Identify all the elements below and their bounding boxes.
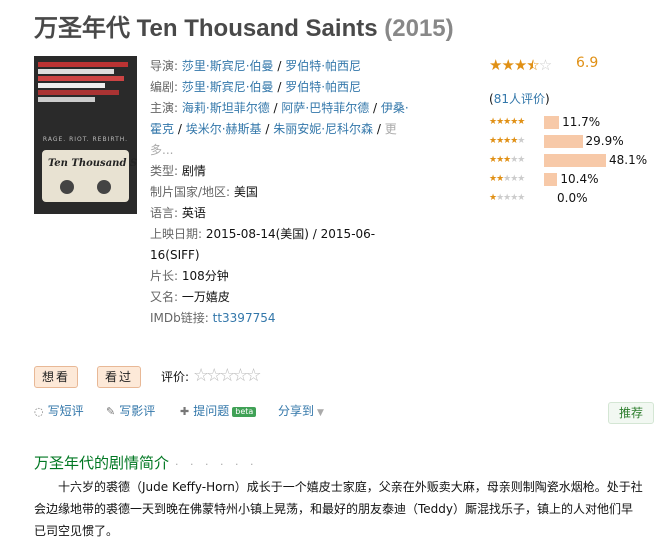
rating-percent: 10.4% (560, 172, 599, 186)
cast-link[interactable]: 海莉·斯坦菲尔德 (182, 101, 270, 115)
want-to-watch-button[interactable]: 想看 (34, 366, 79, 388)
rating-score: 6.9 (576, 55, 599, 71)
rating-bar (544, 135, 583, 148)
poster-title: Ten Thousand Saints (48, 158, 137, 169)
director-link[interactable]: 莎里·斯宾尼·伯曼 (182, 59, 274, 73)
genre-value: 剧情 (181, 164, 206, 178)
country-value: 美国 (233, 185, 258, 199)
rating-dist-row: ★★★★★ 29.9% (489, 133, 624, 150)
poster-tagline: RAGE. RIOT. REBIRTH. (42, 136, 129, 143)
rating-bar (544, 154, 606, 167)
title-en: Ten Thousand Saints (136, 15, 378, 42)
cast-label: 主演: (150, 101, 179, 115)
director-label: 导演: (150, 59, 179, 73)
movie-poster[interactable]: RAGE. RIOT. REBIRTH. Ten Thousand Saints (34, 56, 137, 214)
rating-percent: 29.9% (585, 134, 624, 148)
heading-dots: · · · · · · (175, 458, 258, 471)
cast-link[interactable]: 朱丽安妮·尼科尔森 (273, 122, 373, 136)
star-level-icon: ★★★★★ (489, 173, 525, 184)
country-row: 制片国家/地区: 美国 (150, 182, 412, 203)
summary-text: 十六岁的裘德（Jude Keffy-Horn）成长于一个嬉皮士家庭，父亲在外贩卖… (34, 480, 643, 538)
comment-icon: ◌ (34, 405, 44, 418)
aka-label: 又名: (150, 290, 179, 304)
language-row: 语言: 英语 (150, 203, 412, 224)
writer-link[interactable]: 莎里·斯宾尼·伯曼 (182, 80, 274, 94)
rating-dist-row: ★★★★★ 0.0% (489, 190, 588, 207)
runtime-label: 片长: (150, 269, 179, 283)
language-value: 英语 (181, 206, 206, 220)
recommend-button[interactable]: 推荐 (608, 402, 654, 424)
rate-label: 评价: (161, 370, 190, 384)
star-level-icon: ★★★★★ (489, 116, 525, 127)
star-level-icon: ★★★★★ (489, 135, 525, 146)
poster-credits-strip (38, 62, 133, 108)
director-link[interactable]: 罗伯特·帕西尼 (285, 59, 361, 73)
genre-row: 类型: 剧情 (150, 161, 412, 182)
aka-value: 一万嬉皮 (181, 290, 230, 304)
pencil-icon: ✎ (106, 405, 116, 418)
rating-stars-icon: ★★★☆★☆ (489, 56, 552, 74)
cassette-graphic: Ten Thousand Saints (42, 150, 137, 202)
write-review-link[interactable]: ✎ 写影评 (106, 402, 155, 419)
short-review-link[interactable]: ◌ 写短评 (34, 402, 84, 419)
runtime-row: 片长: 108分钟 (150, 266, 412, 287)
movie-info: 导演: 莎里·斯宾尼·伯曼 / 罗伯特·帕西尼 编剧: 莎里·斯宾尼·伯曼 / … (150, 56, 412, 329)
rating-dist-row: ★★★★★ 48.1% (489, 152, 647, 169)
rating-percent: 48.1% (609, 153, 648, 167)
rating-votes: (81人评价) (489, 92, 550, 106)
cast-link[interactable]: 阿萨·巴特菲尔德 (281, 101, 369, 115)
rating-percent: 0.0% (557, 191, 588, 205)
rating-dist-row: ★★★★★ 10.4% (489, 171, 599, 188)
writer-row: 编剧: 莎里·斯宾尼·伯曼 / 罗伯特·帕西尼 (150, 80, 362, 94)
reel-icon (97, 180, 111, 194)
star-level-icon: ★★★★★ (489, 192, 525, 203)
summary-heading: 万圣年代的剧情简介 · · · · · · (34, 454, 258, 472)
ask-question-link[interactable]: ✚ 提问题 beta (180, 402, 257, 419)
page-title: 万圣年代 Ten Thousand Saints (2015) (34, 8, 454, 43)
country-label: 制片国家/地区: (150, 185, 231, 199)
release-row: 上映日期: 2015-08-14(美国) / 2015-06-16(SIFF) (150, 224, 412, 266)
rating-percent: 11.7% (562, 115, 601, 129)
director-row: 导演: 莎里·斯宾尼·伯曼 / 罗伯特·帕西尼 (150, 59, 362, 73)
imdb-row: IMDb链接: tt3397754 (150, 308, 412, 329)
rating-bar (544, 173, 558, 186)
watched-button[interactable]: 看过 (97, 366, 142, 388)
star-level-icon: ★★★★★ (489, 154, 525, 165)
reel-icon (60, 180, 74, 194)
writer-label: 编剧: (150, 80, 179, 94)
imdb-link[interactable]: tt3397754 (213, 311, 276, 325)
release-label: 上映日期: (150, 227, 203, 241)
aka-row: 又名: 一万嬉皮 (150, 287, 412, 308)
cast-link[interactable]: 埃米尔·赫斯基 (186, 122, 262, 136)
plus-icon: ✚ (180, 405, 190, 418)
writer-link[interactable]: 罗伯特·帕西尼 (285, 80, 361, 94)
runtime-value: 108分钟 (181, 269, 229, 283)
share-dropdown[interactable]: 分享到 ▼ (278, 402, 324, 419)
chevron-down-icon: ▼ (317, 408, 324, 418)
title-cn: 万圣年代 (34, 15, 130, 42)
imdb-label: IMDb链接: (150, 311, 209, 325)
rating-bar (544, 116, 560, 129)
rating-dist-row: ★★★★★ 11.7% (489, 114, 600, 131)
genre-label: 类型: (150, 164, 179, 178)
cast-row: 主演: 海莉·斯坦菲尔德 / 阿萨·巴特菲尔德 / 伊桑·霍克 / 埃米尔·赫斯… (150, 101, 409, 157)
rate-stars-input[interactable]: ☆☆☆☆☆ (193, 365, 262, 386)
title-year: (2015) (384, 15, 454, 42)
beta-badge: beta (232, 406, 257, 417)
language-label: 语言: (150, 206, 179, 220)
votes-link[interactable]: 81人评价 (494, 92, 545, 106)
